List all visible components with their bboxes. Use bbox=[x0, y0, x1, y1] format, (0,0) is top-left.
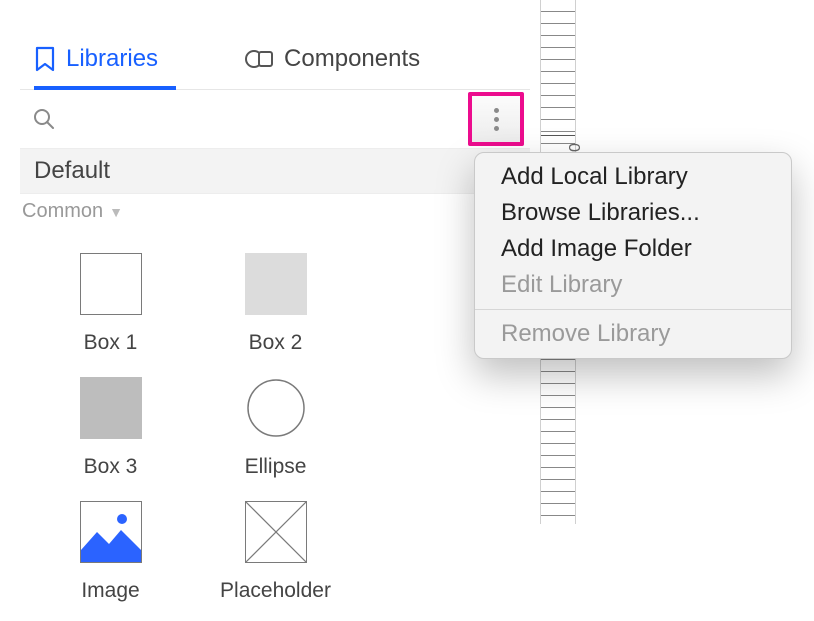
tab-libraries[interactable]: Libraries bbox=[20, 45, 190, 89]
library-name: Default bbox=[34, 157, 110, 184]
tab-components[interactable]: Components bbox=[230, 45, 452, 89]
menu-edit-library: Edit Library bbox=[475, 267, 791, 303]
widget-box3[interactable]: Box 3 bbox=[28, 363, 193, 487]
box-outline-icon bbox=[80, 253, 142, 315]
menu-browse-libraries[interactable]: Browse Libraries... bbox=[475, 195, 791, 231]
ellipse-icon bbox=[245, 377, 307, 439]
library-section[interactable]: Common ▼ bbox=[20, 194, 530, 229]
tab-components-label: Components bbox=[284, 45, 420, 73]
box-filled-icon bbox=[245, 253, 307, 315]
search-icon[interactable] bbox=[30, 105, 58, 133]
widget-label: Image bbox=[81, 579, 139, 603]
box-dark-icon bbox=[80, 377, 142, 439]
widget-label: Box 3 bbox=[84, 455, 138, 479]
panel-tabs: Libraries Components bbox=[20, 0, 530, 90]
chevron-down-icon: ▼ bbox=[109, 204, 123, 220]
library-options-menu: Add Local Library Browse Libraries... Ad… bbox=[474, 152, 792, 359]
ruler-label-0: 0 bbox=[567, 143, 585, 152]
widget-label: Ellipse bbox=[245, 455, 307, 479]
menu-add-image-folder[interactable]: Add Image Folder bbox=[475, 231, 791, 267]
image-icon bbox=[80, 501, 142, 563]
ruler-major-tick bbox=[541, 135, 575, 136]
widget-label: Placeholder bbox=[220, 579, 331, 603]
search-row bbox=[20, 90, 530, 148]
section-label: Common bbox=[22, 200, 103, 223]
widget-label: Box 2 bbox=[249, 331, 303, 355]
more-vertical-icon bbox=[494, 106, 499, 133]
widget-box1[interactable]: Box 1 bbox=[28, 239, 193, 363]
widget-placeholder[interactable]: Placeholder bbox=[193, 487, 358, 611]
widget-ellipse[interactable]: Ellipse bbox=[193, 363, 358, 487]
library-options-button[interactable] bbox=[468, 92, 524, 146]
placeholder-icon bbox=[245, 501, 307, 563]
menu-remove-library: Remove Library bbox=[475, 316, 791, 352]
library-header[interactable]: Default bbox=[20, 148, 530, 194]
widget-grid: Box 1 Box 2 Box 3 Ellipse Image bbox=[20, 229, 530, 621]
search-input[interactable] bbox=[58, 107, 468, 132]
components-icon bbox=[244, 47, 274, 71]
widget-image[interactable]: Image bbox=[28, 487, 193, 611]
menu-add-local-library[interactable]: Add Local Library bbox=[475, 159, 791, 195]
menu-separator bbox=[475, 309, 791, 310]
widget-box2[interactable]: Box 2 bbox=[193, 239, 358, 363]
widget-label: Box 1 bbox=[84, 331, 138, 355]
libraries-panel: Libraries Components Default Common ▼ bbox=[20, 0, 530, 524]
tab-libraries-label: Libraries bbox=[66, 45, 158, 73]
bookmark-icon bbox=[34, 46, 56, 72]
